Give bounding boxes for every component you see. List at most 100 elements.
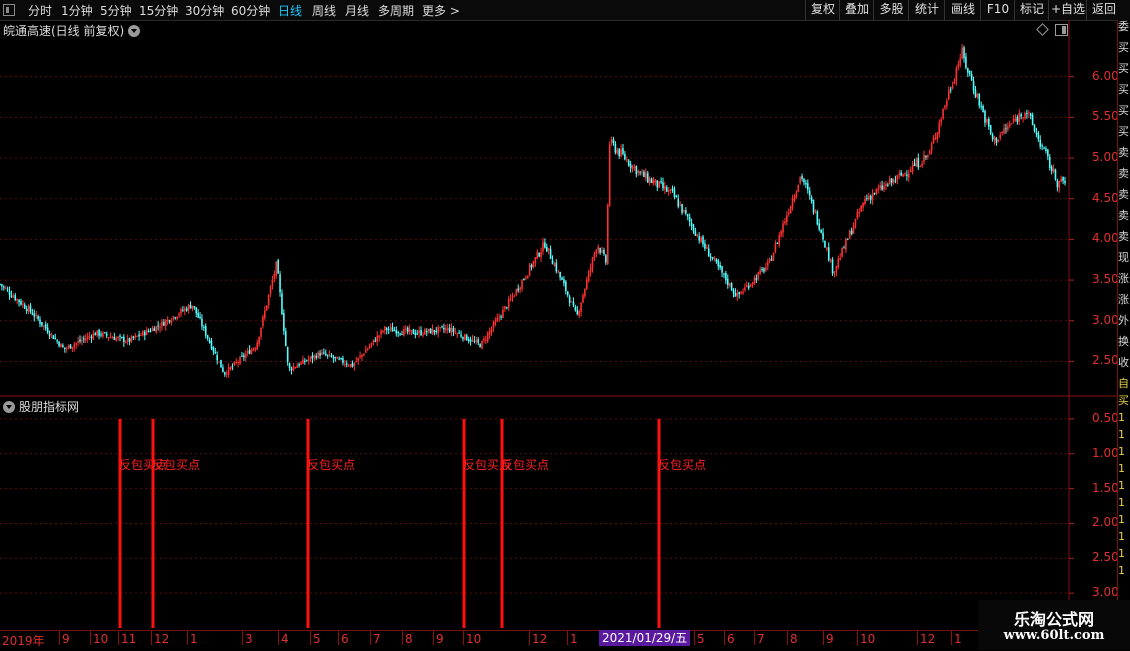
candle-body xyxy=(206,335,209,339)
x-axis-tick xyxy=(310,631,311,645)
candle-body xyxy=(473,340,476,342)
candle-body xyxy=(928,151,931,154)
candle-body xyxy=(887,184,889,186)
watermark-title: 乐淘公式网 xyxy=(1013,610,1094,629)
candle-body xyxy=(456,333,459,335)
candle-body xyxy=(23,304,26,309)
candle-body xyxy=(1056,180,1059,188)
candle-body xyxy=(235,362,238,364)
candle-body xyxy=(35,314,37,316)
candle-body xyxy=(866,197,868,199)
candle-body xyxy=(58,341,60,347)
candle-body xyxy=(90,336,93,339)
candle-body xyxy=(730,283,733,291)
x-axis-label: 10 xyxy=(93,632,109,646)
candle-body xyxy=(574,306,577,311)
candle-body xyxy=(273,273,276,279)
signal-bar xyxy=(118,418,122,628)
x-axis-tick xyxy=(463,631,464,645)
candle-body xyxy=(656,180,659,188)
candle-body xyxy=(766,261,769,266)
candle-body xyxy=(686,214,689,217)
candle-body xyxy=(130,336,133,342)
strip-char: 买 xyxy=(1118,41,1129,54)
candle-body xyxy=(856,212,859,219)
candle-body xyxy=(509,298,512,300)
x-axis-label: 1 xyxy=(954,632,962,646)
candle-body xyxy=(965,56,967,68)
strip-char: 卖 xyxy=(1118,167,1129,180)
candle-body xyxy=(906,174,908,176)
candle-body xyxy=(67,345,70,348)
candle-body xyxy=(833,271,836,273)
x-axis-label: 1 xyxy=(190,632,198,646)
candle-body xyxy=(620,149,622,157)
candle-body xyxy=(521,280,523,289)
candle-body xyxy=(391,327,394,332)
candle-body xyxy=(161,321,163,327)
candle-body xyxy=(210,340,213,349)
candle-body xyxy=(1062,177,1064,181)
candle-body xyxy=(843,247,845,249)
x-axis-label: 7 xyxy=(757,632,765,646)
candle-body xyxy=(462,337,464,340)
candle-body xyxy=(429,328,432,334)
signal-bar xyxy=(657,418,661,628)
candle-body xyxy=(768,258,771,261)
strip-char: 1 xyxy=(1118,564,1125,577)
candle-body xyxy=(168,320,171,323)
candle-body xyxy=(243,355,245,358)
candle-body xyxy=(700,237,702,243)
candle-body xyxy=(606,205,609,264)
candle-body xyxy=(446,327,449,330)
candle-body xyxy=(523,278,525,280)
candle-body xyxy=(502,309,504,318)
candle-body xyxy=(315,355,318,359)
candle-body xyxy=(547,248,550,251)
candle-body xyxy=(542,242,544,252)
candle-body xyxy=(132,336,135,339)
strip-char: 1 xyxy=(1118,513,1125,526)
candle-body xyxy=(1014,118,1017,121)
candle-body xyxy=(465,335,468,341)
panel-toggle-icon[interactable] xyxy=(1055,24,1068,36)
candle-body xyxy=(425,331,428,333)
candle-body xyxy=(565,281,567,292)
candle-body xyxy=(246,351,249,354)
strip-char: 委 xyxy=(1118,20,1129,33)
candle-body xyxy=(424,329,426,335)
candle-body xyxy=(370,342,373,345)
candle-body xyxy=(721,266,723,273)
candle-body xyxy=(31,312,34,315)
candle-body xyxy=(439,326,441,328)
x-axis-tick xyxy=(370,631,371,645)
indicator-dropdown-icon[interactable] xyxy=(3,401,15,413)
dropdown-icon[interactable] xyxy=(128,25,141,37)
candle-body xyxy=(551,259,554,265)
candle-body xyxy=(349,364,352,367)
candle-body xyxy=(10,295,13,298)
candle-body xyxy=(820,229,822,233)
candle-body xyxy=(936,132,939,140)
x-axis-tick xyxy=(242,631,243,645)
candle-body xyxy=(485,339,487,341)
candle-body xyxy=(890,178,893,183)
candle-body xyxy=(717,260,720,267)
signal-bar xyxy=(462,418,466,628)
candle-body xyxy=(334,356,337,358)
candle-body xyxy=(357,357,359,361)
candle-body xyxy=(178,314,180,316)
candle-body xyxy=(115,337,118,341)
chart-area[interactable]: 反包买点反包买点 反包买点 反包买点反包买点 反包买点 xyxy=(0,0,1117,630)
candle-body xyxy=(418,330,420,334)
strip-char: 买 xyxy=(1118,104,1129,117)
candle-body xyxy=(517,288,520,291)
candle-body xyxy=(847,239,849,241)
watermark-url: www.60lt.com xyxy=(1003,628,1105,643)
candle-body xyxy=(675,196,678,198)
x-axis-label: 6 xyxy=(341,632,349,646)
candle-body xyxy=(616,149,619,154)
candle-body xyxy=(932,138,935,144)
candle-body xyxy=(904,173,906,175)
candle-body xyxy=(372,339,375,343)
